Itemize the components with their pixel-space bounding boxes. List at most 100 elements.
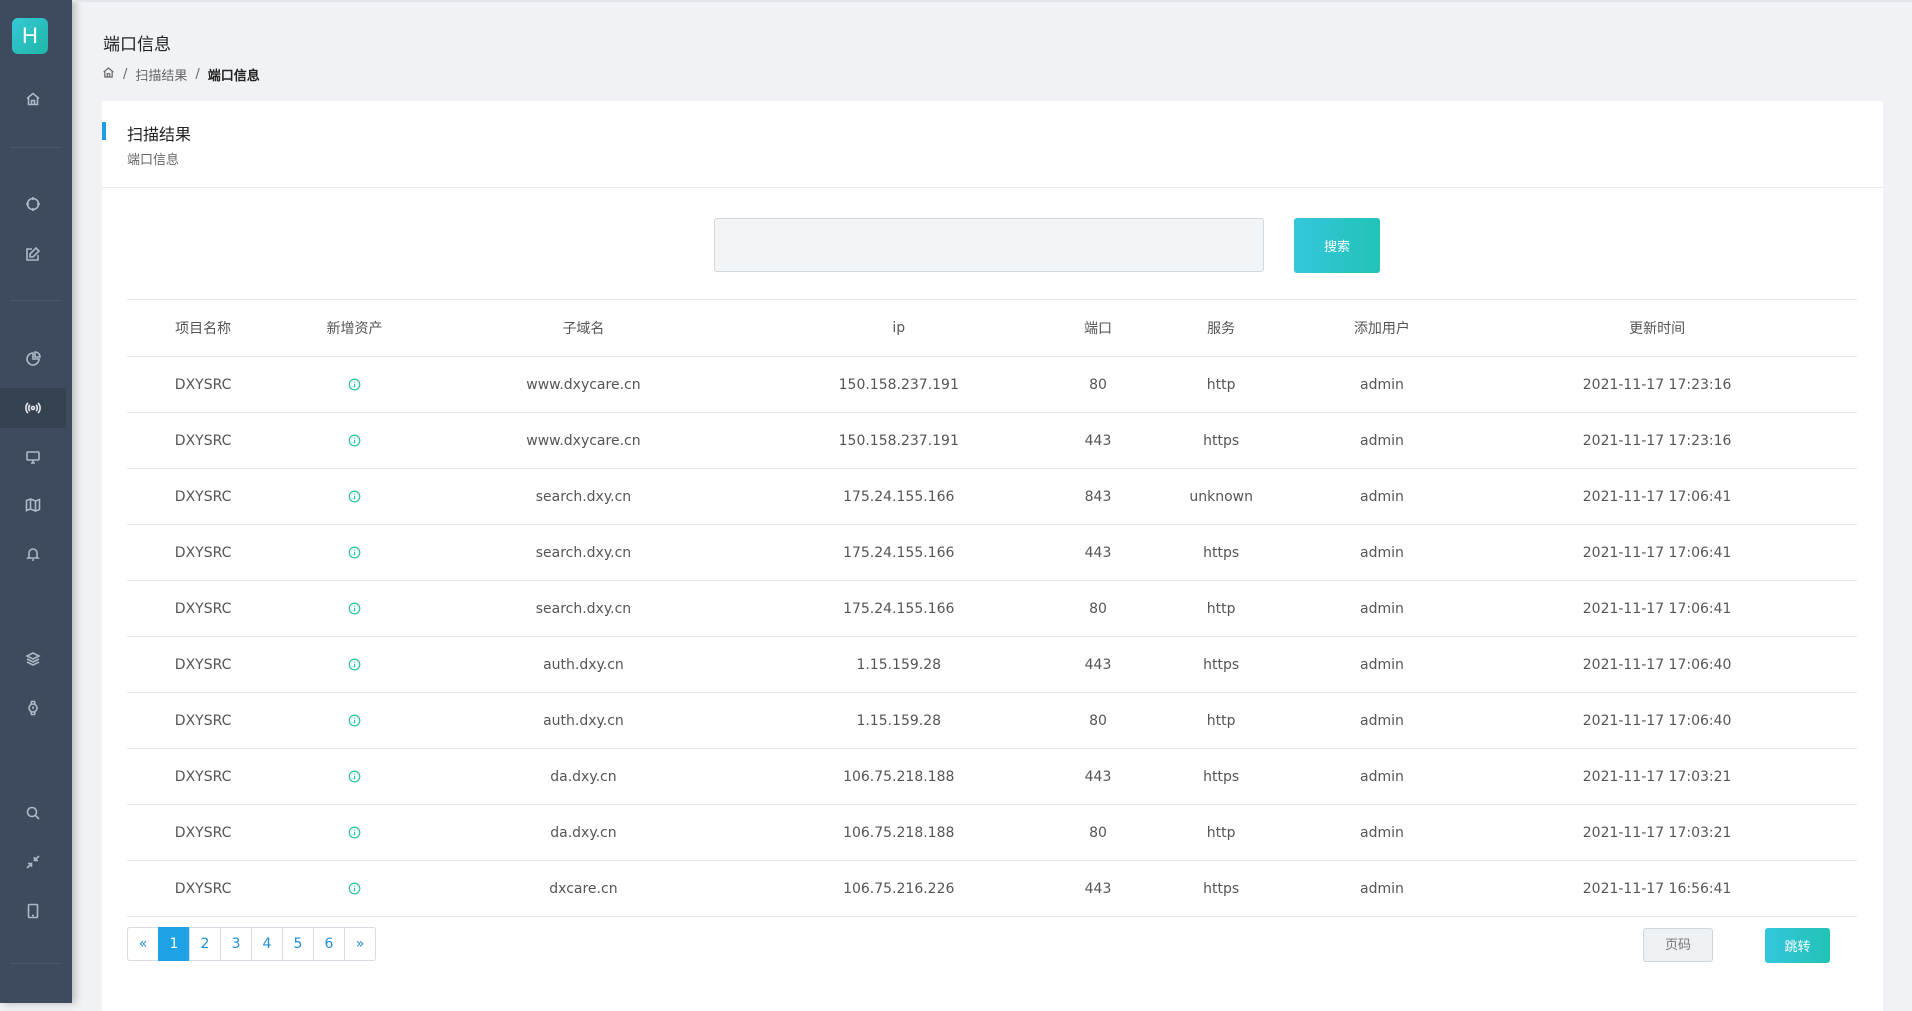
breadcrumb-item-scan-results[interactable]: 扫描结果 [135, 65, 187, 84]
subdomain-cell: da.dxy.cn [429, 748, 738, 805]
updated-time-cell: 2021-11-17 17:06:40 [1457, 636, 1857, 693]
new-asset-cell [279, 692, 430, 749]
pagination-next[interactable]: » [344, 927, 376, 961]
edit-icon[interactable] [0, 234, 66, 274]
info-circle-icon[interactable] [348, 433, 361, 449]
pie-chart-icon[interactable] [0, 339, 66, 379]
service-cell: https [1135, 860, 1307, 917]
watch-icon[interactable] [0, 688, 66, 728]
service-cell: http [1135, 356, 1307, 413]
info-circle-icon[interactable] [348, 657, 361, 673]
user-cell: admin [1306, 580, 1458, 637]
home-icon[interactable] [0, 79, 66, 119]
new-asset-cell [279, 636, 430, 693]
table-row: DXYSRC www.dxycare.cn 150.158.237.191 80 htt… [127, 356, 1857, 413]
subdomain-cell: www.dxycare.cn [429, 356, 738, 413]
map-icon[interactable] [0, 485, 66, 525]
new-asset-cell [279, 804, 430, 861]
new-asset-cell [279, 412, 430, 469]
card-title: 扫描结果 [127, 125, 192, 144]
pagination-page-3[interactable]: 3 [220, 927, 252, 961]
table-row: DXYSRC da.dxy.cn 106.75.218.188 80 http admin… [127, 804, 1857, 861]
user-cell: admin [1306, 412, 1458, 469]
service-cell: http [1135, 804, 1307, 861]
search-icon[interactable] [0, 793, 66, 833]
table-body: DXYSRC www.dxycare.cn 150.158.237.191 80 htt… [127, 356, 1857, 917]
ip-cell: 106.75.218.188 [737, 804, 1061, 861]
info-circle-icon[interactable] [348, 713, 361, 729]
service-cell: https [1135, 524, 1307, 581]
monitor-icon[interactable] [0, 437, 66, 477]
info-circle-icon[interactable] [348, 601, 361, 617]
user-cell: admin [1306, 524, 1458, 581]
subdomain-cell: search.dxy.cn [429, 468, 738, 525]
ip-cell: 1.15.159.28 [737, 636, 1061, 693]
ip-cell: 150.158.237.191 [737, 356, 1061, 413]
subdomain-cell: search.dxy.cn [429, 524, 738, 581]
port-cell: 80 [1060, 356, 1136, 413]
radio-icon[interactable] [0, 388, 66, 428]
updated-time-cell: 2021-11-17 17:23:16 [1457, 356, 1857, 413]
info-circle-icon[interactable] [348, 545, 361, 561]
service-cell: http [1135, 692, 1307, 749]
ip-cell: 150.158.237.191 [737, 412, 1061, 469]
service-cell: http [1135, 580, 1307, 637]
port-cell: 443 [1060, 412, 1136, 469]
pagination-page-6[interactable]: 6 [313, 927, 345, 961]
breadcrumb-separator: / [195, 67, 200, 82]
project-name-cell: DXYSRC [127, 860, 280, 917]
sidebar: H [0, 0, 72, 1003]
info-circle-icon[interactable] [348, 489, 361, 505]
pagination-page-4[interactable]: 4 [251, 927, 283, 961]
pagination-page-5[interactable]: 5 [282, 927, 314, 961]
ip-cell: 106.75.218.188 [737, 748, 1061, 805]
layers-icon[interactable] [0, 639, 66, 679]
content-card: 扫描结果 端口信息 搜索 项目名称 新增资产 子域名 ip 端口 服务 添加用户 更新时间 D… [102, 101, 1883, 1011]
user-cell: admin [1306, 748, 1458, 805]
breadcrumb-item-current: 端口信息 [207, 69, 260, 84]
user-cell: admin [1306, 804, 1458, 861]
search-button[interactable]: 搜索 [1294, 218, 1380, 273]
breadcrumb: / 扫描结果 / 端口信息 [102, 65, 260, 84]
collapse-icon[interactable] [0, 842, 66, 882]
search-input[interactable] [714, 218, 1264, 272]
table-row: DXYSRC auth.dxy.cn 1.15.159.28 443 https admi… [127, 636, 1857, 693]
table-row: DXYSRC dxcare.cn 106.75.216.226 443 https adm… [127, 860, 1857, 917]
sidebar-divider [10, 963, 60, 964]
home-icon[interactable] [102, 66, 115, 83]
new-asset-cell [279, 468, 430, 525]
info-circle-icon[interactable] [348, 881, 361, 897]
pagination-page-1[interactable]: 1 [158, 927, 190, 961]
project-name-cell: DXYSRC [127, 804, 280, 861]
port-cell: 443 [1060, 524, 1136, 581]
pagination-page-2[interactable]: 2 [189, 927, 221, 961]
port-cell: 443 [1060, 636, 1136, 693]
page-number-input[interactable] [1643, 928, 1713, 962]
subdomain-cell: dxcare.cn [429, 860, 738, 917]
column-header: 子域名 [429, 299, 738, 357]
pagination-prev[interactable]: « [127, 927, 159, 961]
info-circle-icon[interactable] [348, 825, 361, 841]
project-name-cell: DXYSRC [127, 748, 280, 805]
updated-time-cell: 2021-11-17 17:06:41 [1457, 524, 1857, 581]
service-cell: unknown [1135, 468, 1307, 525]
info-circle-icon[interactable] [348, 377, 361, 393]
jump-button[interactable]: 跳转 [1765, 928, 1830, 963]
target-icon[interactable] [0, 184, 66, 224]
ip-cell: 1.15.159.28 [737, 692, 1061, 749]
new-asset-cell [279, 524, 430, 581]
updated-time-cell: 2021-11-17 16:56:41 [1457, 860, 1857, 917]
updated-time-cell: 2021-11-17 17:06:41 [1457, 580, 1857, 637]
port-table: 项目名称 新增资产 子域名 ip 端口 服务 添加用户 更新时间 DXYSRC www.dxyc… [127, 299, 1857, 917]
port-cell: 80 [1060, 580, 1136, 637]
tablet-icon[interactable] [0, 891, 66, 931]
info-circle-icon[interactable] [348, 769, 361, 785]
bell-icon[interactable] [0, 534, 66, 574]
subdomain-cell: da.dxy.cn [429, 804, 738, 861]
subdomain-cell: search.dxy.cn [429, 580, 738, 637]
port-cell: 443 [1060, 860, 1136, 917]
new-asset-cell [279, 580, 430, 637]
new-asset-cell [279, 860, 430, 917]
app-logo[interactable]: H [12, 18, 48, 54]
table-row: DXYSRC da.dxy.cn 106.75.218.188 443 https adm… [127, 748, 1857, 805]
